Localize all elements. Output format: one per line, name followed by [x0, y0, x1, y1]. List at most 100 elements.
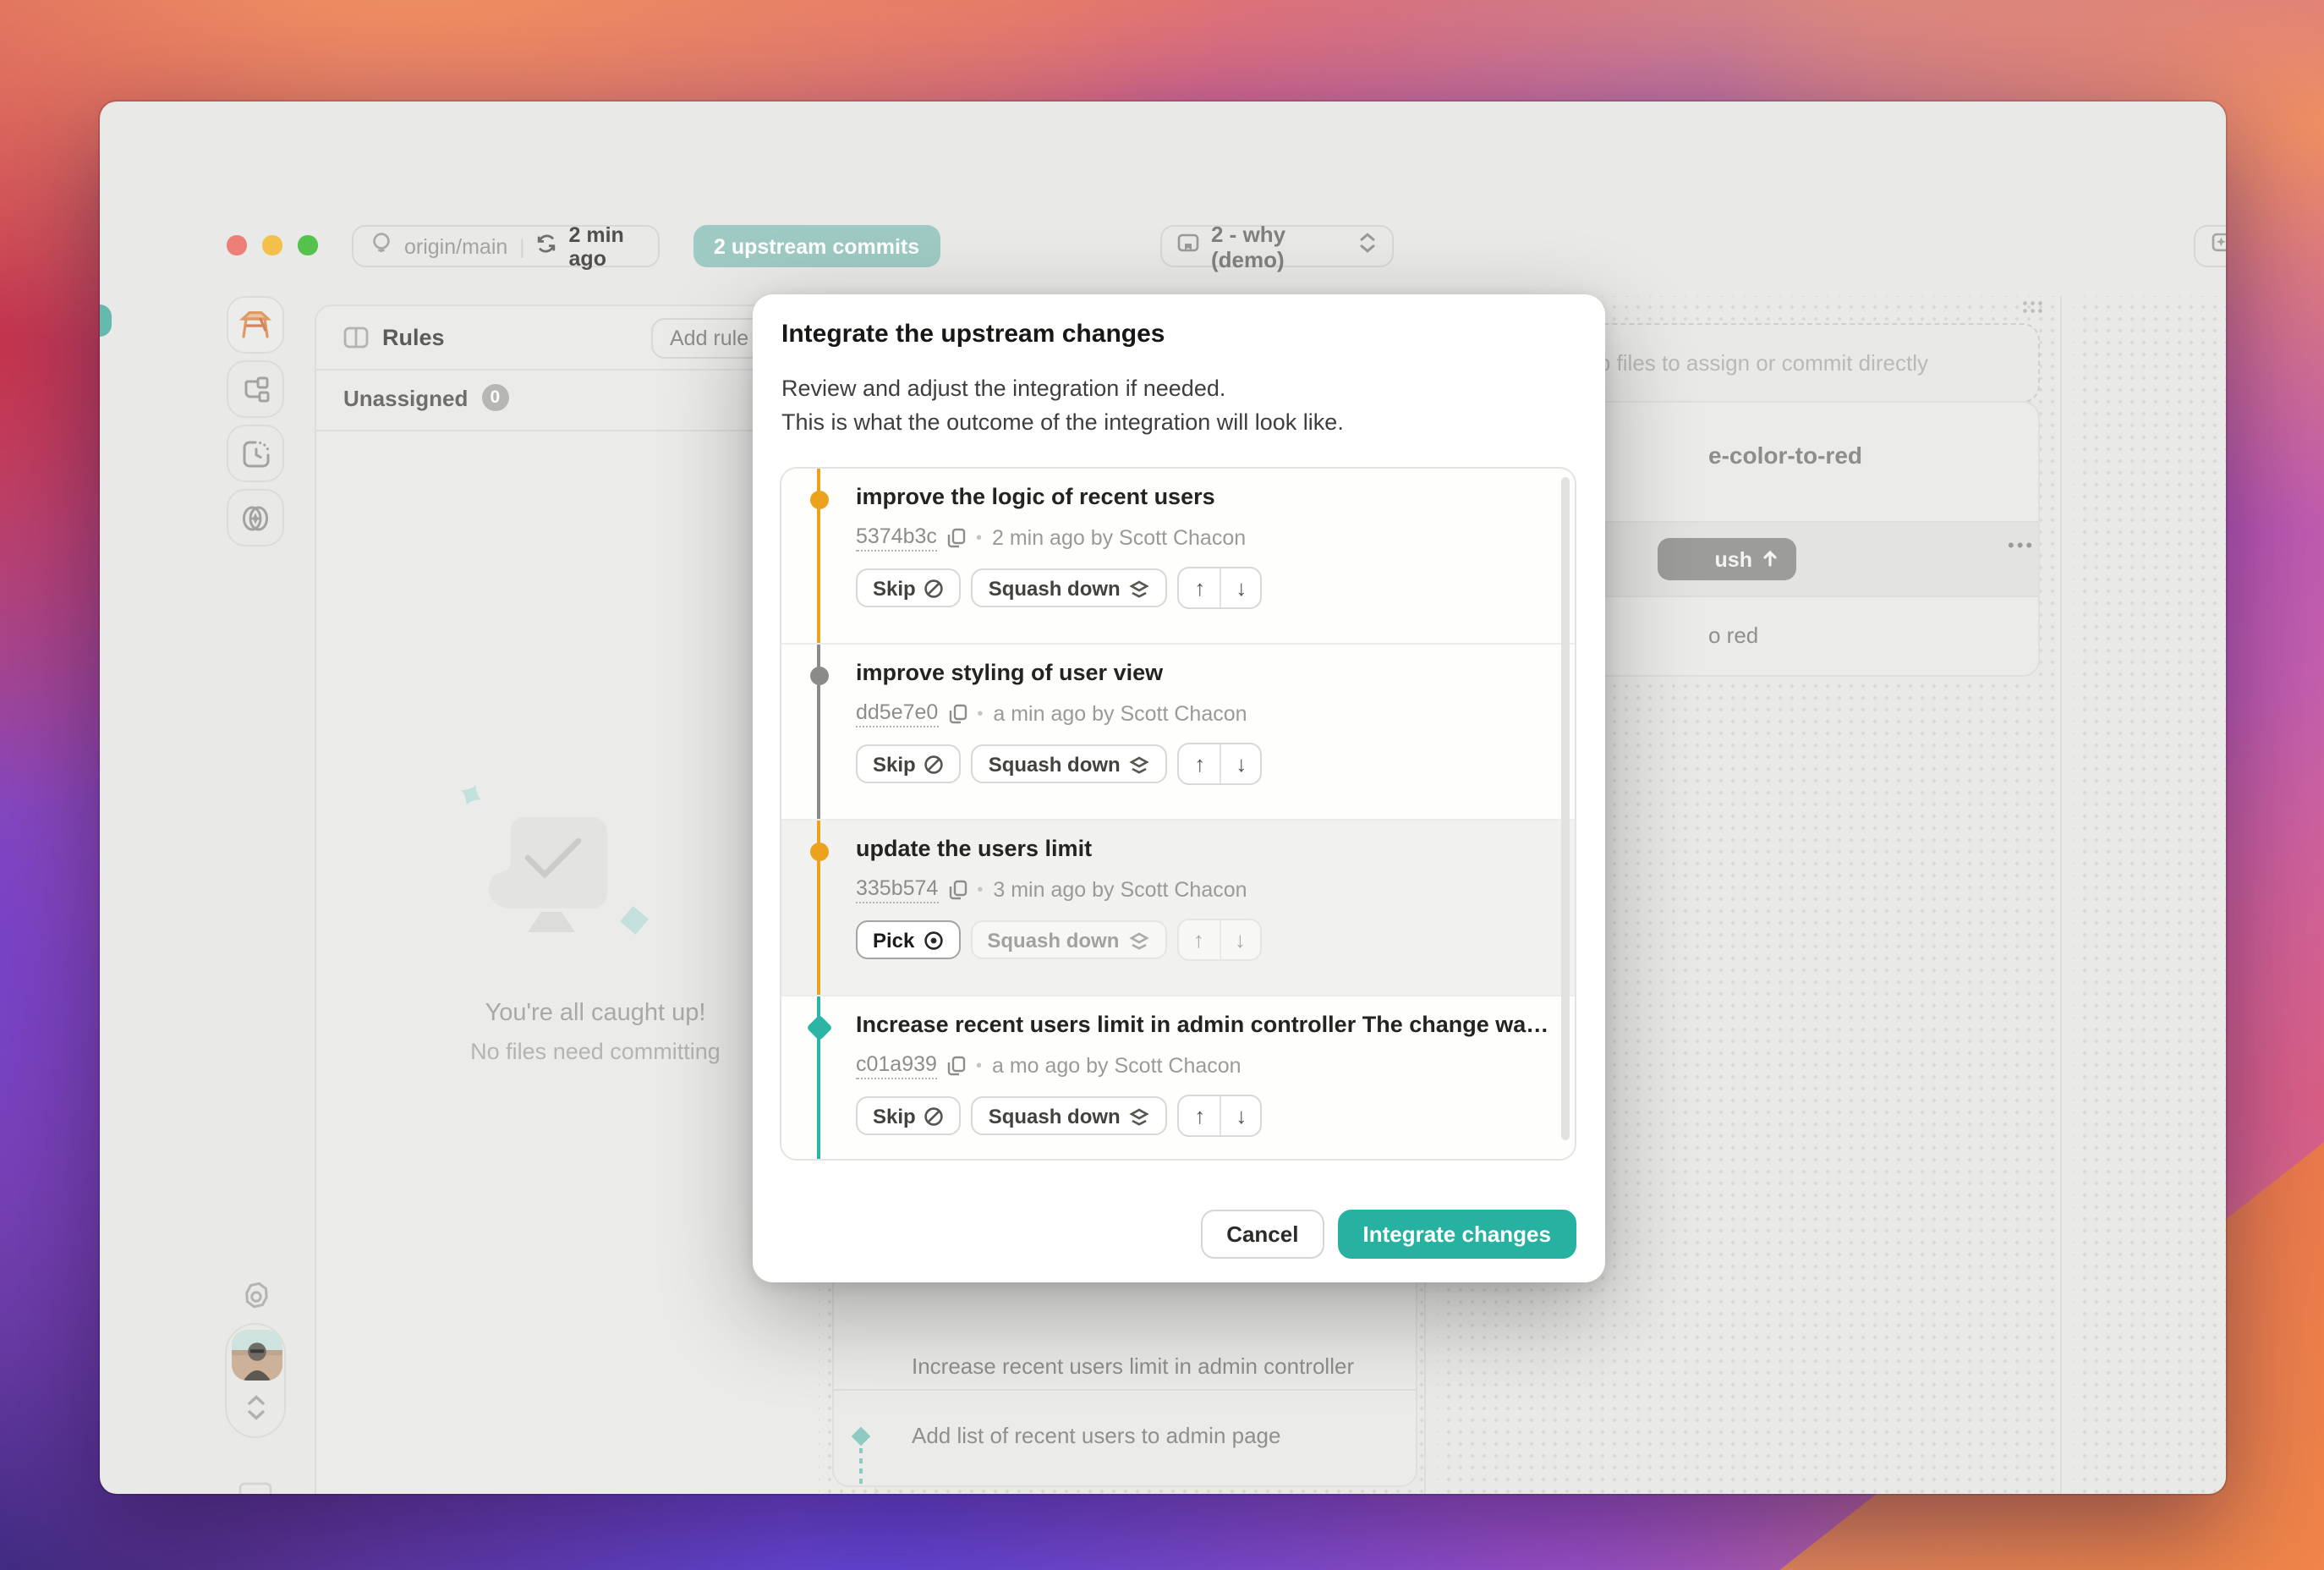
commit-diamond-icon	[805, 1013, 831, 1040]
chip-divider: |	[519, 234, 524, 258]
move-down-button[interactable]: ↓	[1220, 1096, 1261, 1135]
commit-hash-link[interactable]: c01a939	[856, 1052, 937, 1079]
commit-title: Add list of recent users to admin page	[912, 1423, 1280, 1448]
move-up-button[interactable]: ↑	[1180, 744, 1220, 783]
squash-down-button[interactable]: Squash down	[972, 568, 1168, 607]
move-up-button[interactable]: ↑	[1178, 920, 1219, 959]
commit-diamond-icon	[849, 1425, 873, 1448]
project-icon	[1177, 231, 1199, 261]
cancel-button[interactable]: Cancel	[1201, 1210, 1324, 1259]
reorder-buttons: ↑ ↓	[1178, 1095, 1263, 1137]
integrate-upstream-dialog: Integrate the upstream changes Review an…	[753, 294, 1605, 1282]
upstream-commit-row: Increase recent users limit in admin con…	[781, 996, 1575, 1161]
shortcuts-button[interactable]	[238, 1482, 272, 1494]
list-scrollbar[interactable]	[1561, 477, 1570, 1140]
project-selector[interactable]: 2 - why (demo)	[1160, 225, 1394, 267]
commit-meta: a min ago by Scott Chacon	[993, 702, 1247, 726]
dialog-title: Integrate the upstream changes	[781, 320, 1165, 349]
actions-button[interactable]: Actions	[2194, 225, 2226, 267]
sidebar-item-history[interactable]	[227, 425, 284, 482]
copy-icon[interactable]	[948, 880, 967, 900]
commit-dot-icon	[809, 666, 828, 684]
branch-name[interactable]: e-color-to-red	[1708, 442, 1862, 469]
dialog-description-line: This is what the outcome of the integrat…	[781, 406, 1344, 440]
sparkle-box-icon	[2211, 231, 2226, 261]
move-up-button[interactable]: ↑	[1180, 568, 1220, 607]
chevron-up-down-icon	[1358, 231, 1377, 261]
dialog-description-line: Review and adjust the integration if nee…	[781, 372, 1344, 406]
branch-menu-button[interactable]: •••	[2008, 536, 2035, 557]
zoom-window-button[interactable]	[298, 235, 317, 255]
refresh-icon	[537, 231, 557, 261]
branches-icon	[241, 376, 270, 403]
diamond-icon	[616, 902, 653, 939]
integrate-changes-button[interactable]: Integrate changes	[1337, 1210, 1576, 1259]
upstream-commits-badge[interactable]: 2 upstream commits	[693, 225, 940, 267]
move-down-button[interactable]: ↓	[1220, 744, 1261, 783]
move-down-button[interactable]: ↓	[1219, 920, 1259, 959]
remote-status-chip[interactable]: origin/main | 2 min ago	[352, 225, 660, 267]
edge-indicator	[100, 305, 112, 337]
sidebar-item-workspace[interactable]	[227, 296, 284, 354]
commit-title[interactable]: o red	[1708, 623, 1758, 648]
upstream-commit-row-selected: update the users limit 335b574 • 3 min a…	[781, 821, 1575, 995]
keyboard-icon	[238, 1482, 272, 1494]
squash-down-icon	[1129, 578, 1151, 598]
commit-meta: 3 min ago by Scott Chacon	[993, 878, 1247, 902]
monitor-check-icon	[477, 807, 621, 939]
squash-down-button[interactable]: Squash down	[972, 744, 1168, 783]
move-up-button[interactable]: ↑	[1180, 1096, 1220, 1135]
workspace-lane-empty: Dra bran	[2074, 296, 2226, 1494]
squash-down-button[interactable]: Squash down	[972, 1096, 1168, 1135]
reorder-buttons: ↑ ↓	[1176, 919, 1261, 961]
sidebar-item-assistant[interactable]	[227, 489, 284, 546]
screen: origin/main | 2 min ago 2 upstream commi…	[0, 0, 2324, 1570]
commit-title: improve the logic of recent users	[856, 484, 1215, 509]
copy-icon[interactable]	[947, 528, 966, 548]
squash-down-icon	[1127, 930, 1149, 950]
push-button[interactable]: ush	[1658, 538, 1796, 580]
rules-panel-icon	[343, 327, 369, 349]
commit-row[interactable]: Increase recent users limit in admin con…	[912, 1353, 1354, 1379]
skip-commit-button[interactable]: Skip	[856, 744, 962, 783]
pick-commit-button[interactable]: Pick	[856, 920, 960, 959]
commit-meta: 2 min ago by Scott Chacon	[992, 526, 1246, 550]
commit-hash-link[interactable]: dd5e7e0	[856, 700, 938, 727]
commit-hash-link[interactable]: 335b574	[856, 876, 938, 903]
squash-down-button[interactable]: Squash down	[970, 920, 1166, 959]
reorder-buttons: ↑ ↓	[1178, 567, 1263, 609]
skip-icon	[924, 578, 945, 598]
close-window-button[interactable]	[227, 235, 246, 255]
sidebar-item-branches[interactable]	[227, 360, 284, 418]
move-down-button[interactable]: ↓	[1220, 568, 1261, 607]
chevron-up-down-icon	[245, 1392, 267, 1431]
unassigned-label: Unassigned	[343, 385, 468, 410]
commit-title: improve styling of user view	[856, 660, 1163, 685]
commit-title: update the users limit	[856, 836, 1092, 861]
remote-branch-label: origin/main	[404, 234, 507, 258]
settings-button[interactable]	[240, 1281, 272, 1321]
workbench-icon	[238, 310, 272, 340]
unassigned-section-header[interactable]: Unassigned 0	[343, 384, 508, 411]
skip-commit-button[interactable]: Skip	[856, 1096, 962, 1135]
skip-icon	[924, 1106, 945, 1126]
upstream-commit-row: improve styling of user view dd5e7e0 • a…	[781, 645, 1575, 819]
skip-commit-button[interactable]: Skip	[856, 568, 962, 607]
add-rule-label: Add rule	[670, 327, 748, 350]
push-arrow-icon	[1761, 550, 1779, 568]
squash-down-icon	[1129, 1106, 1151, 1126]
minimize-window-button[interactable]	[262, 235, 282, 255]
user-switcher[interactable]	[225, 1323, 286, 1438]
unassigned-count-badge: 0	[481, 384, 508, 411]
commit-hash-link[interactable]: 5374b3c	[856, 524, 937, 552]
avatar	[231, 1330, 282, 1381]
lane-drag-handle-icon[interactable]	[2021, 299, 2043, 313]
pick-icon	[923, 930, 943, 950]
copy-icon[interactable]	[947, 1056, 966, 1076]
copy-icon[interactable]	[948, 704, 967, 724]
skip-icon	[924, 754, 945, 774]
titlebar: origin/main | 2 min ago 2 upstream commi…	[100, 102, 2226, 195]
butler-sparkle-icon	[240, 503, 271, 532]
commit-row[interactable]: Add list of recent users to admin page	[834, 1391, 1416, 1487]
fetch-time-label: 2 min ago	[569, 222, 641, 270]
